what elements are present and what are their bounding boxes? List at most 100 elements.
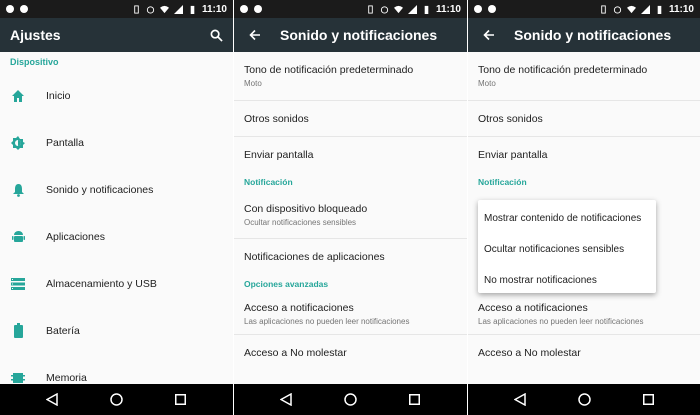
back-nav-icon[interactable]	[508, 388, 532, 412]
settings-item-pantalla[interactable]: Pantalla	[0, 119, 233, 166]
row-notification-access[interactable]: Acceso a notificaciones Las aplicaciones…	[234, 293, 467, 335]
screenshots-container: 11:10 Ajustes Dispositivo Inicio Pantall…	[0, 0, 700, 415]
settings-item-label: Inicio	[46, 89, 71, 102]
phone-screen-ajustes: 11:10 Ajustes Dispositivo Inicio Pantall…	[0, 0, 233, 415]
row-dnd-access[interactable]: Acceso a No molestar	[234, 335, 467, 371]
row-title: Otros sonidos	[478, 112, 543, 125]
phone-screen-sonido-popup: 11:10 Sonido y notificaciones Tono de no…	[468, 0, 700, 415]
battery-status-icon	[424, 5, 429, 14]
home-nav-icon[interactable]	[572, 388, 596, 412]
popup-option-show-content[interactable]: Mostrar contenido de notificaciones	[478, 203, 656, 234]
back-arrow-icon[interactable]	[238, 18, 272, 52]
wifi-icon	[393, 5, 403, 13]
row-other-sounds[interactable]: Otros sonidos	[468, 101, 700, 137]
row-title: Acceso a notificaciones	[244, 301, 354, 314]
nav-bar	[0, 384, 233, 415]
telegram-icon	[20, 5, 28, 13]
settings-item-memoria[interactable]: Memoria	[0, 354, 233, 384]
sound-settings-list: Tono de notificación predeterminado Moto…	[468, 52, 700, 384]
settings-item-label: Memoria	[46, 371, 87, 384]
settings-list: Dispositivo Inicio Pantalla Sonido y not…	[0, 52, 233, 384]
status-bar: 11:10	[234, 0, 467, 18]
row-dnd-access[interactable]: Acceso a No molestar	[468, 335, 700, 371]
home-nav-icon[interactable]	[104, 388, 128, 412]
back-arrow-icon[interactable]	[472, 18, 506, 52]
settings-item-inicio[interactable]: Inicio	[0, 72, 233, 119]
notification-icon	[6, 5, 14, 13]
row-title: Tono de notificación predeterminado	[478, 64, 648, 76]
alarm-icon	[380, 5, 389, 14]
status-time: 11:10	[668, 3, 694, 15]
search-icon[interactable]	[199, 18, 233, 52]
row-default-tone[interactable]: Tono de notificación predeterminado Moto	[468, 52, 700, 101]
alarm-icon	[146, 5, 155, 14]
settings-item-aplicaciones[interactable]: Aplicaciones	[0, 213, 233, 260]
page-title: Sonido y notificaciones	[280, 27, 438, 43]
section-header: Dispositivo	[0, 52, 233, 72]
lock-screen-options-popup: Mostrar contenido de notificaciones Ocul…	[478, 200, 656, 293]
notification-icon	[240, 5, 248, 13]
row-title: Acceso a No molestar	[478, 347, 581, 359]
row-title: Con dispositivo bloqueado	[244, 202, 368, 215]
brightness-icon	[0, 119, 36, 166]
alarm-icon	[613, 5, 622, 14]
row-notification-access[interactable]: Acceso a notificaciones Las aplicaciones…	[468, 293, 700, 335]
battery-status-icon	[190, 5, 195, 14]
row-subtitle: Moto	[478, 79, 496, 88]
status-bar: 11:10	[0, 0, 233, 18]
settings-item-label: Aplicaciones	[46, 230, 105, 243]
settings-item-label: Batería	[46, 324, 80, 337]
nav-bar	[468, 384, 700, 415]
row-subtitle: Ocultar notificaciones sensibles	[244, 217, 357, 227]
notification-icon	[474, 5, 482, 13]
row-subtitle: Las aplicaciones no pueden leer notifica…	[478, 316, 644, 326]
popup-option-no-notifications[interactable]: No mostrar notificaciones	[478, 265, 656, 296]
row-cast-screen[interactable]: Enviar pantalla	[234, 137, 467, 173]
recents-nav-icon[interactable]	[169, 388, 193, 412]
battery-status-icon	[657, 5, 662, 14]
vibrate-icon	[601, 4, 606, 14]
popup-option-hide-sensitive[interactable]: Ocultar notificaciones sensibles	[478, 234, 656, 265]
app-bar: Ajustes	[0, 18, 233, 52]
back-nav-icon[interactable]	[274, 388, 298, 412]
memory-icon	[0, 354, 36, 384]
signal-icon	[640, 4, 650, 14]
sound-settings-list: Tono de notificación predeterminado Moto…	[234, 52, 467, 384]
back-nav-icon[interactable]	[40, 388, 64, 412]
settings-item-label: Almacenamiento y USB	[46, 277, 157, 290]
phone-screen-sonido: 11:10 Sonido y notificaciones Tono de no…	[234, 0, 467, 415]
settings-item-almacenamiento[interactable]: Almacenamiento y USB	[0, 260, 233, 307]
vibrate-icon	[368, 4, 373, 14]
signal-icon	[407, 4, 417, 14]
android-icon	[0, 213, 36, 260]
status-bar: 11:10	[468, 0, 700, 18]
row-title: Enviar pantalla	[478, 149, 548, 161]
settings-item-bateria[interactable]: Batería	[0, 307, 233, 354]
row-app-notifications[interactable]: Notificaciones de aplicaciones	[234, 239, 467, 275]
row-locked-device[interactable]: Con dispositivo bloqueado Ocultar notifi…	[234, 191, 467, 239]
recents-nav-icon[interactable]	[636, 388, 660, 412]
row-title: Otros sonidos	[244, 112, 309, 125]
wifi-icon	[159, 5, 169, 13]
settings-item-sonido[interactable]: Sonido y notificaciones	[0, 166, 233, 213]
telegram-icon	[254, 5, 262, 13]
battery-icon	[0, 307, 36, 354]
category-advanced: Opciones avanzadas	[244, 279, 329, 289]
wifi-icon	[626, 5, 636, 13]
row-other-sounds[interactable]: Otros sonidos	[234, 101, 467, 137]
page-title: Ajustes	[10, 27, 61, 43]
vibrate-icon	[134, 4, 139, 14]
nav-bar	[234, 384, 467, 415]
bell-icon	[0, 166, 36, 213]
category-notification: Notificación	[478, 177, 527, 187]
recents-nav-icon[interactable]	[403, 388, 427, 412]
signal-icon	[173, 4, 183, 14]
settings-item-label: Pantalla	[46, 136, 84, 149]
row-title: Notificaciones de aplicaciones	[244, 251, 385, 263]
row-subtitle: Las aplicaciones no pueden leer notifica…	[244, 316, 410, 326]
settings-item-label: Sonido y notificaciones	[46, 183, 154, 196]
row-cast-screen[interactable]: Enviar pantalla	[468, 137, 700, 173]
row-default-tone[interactable]: Tono de notificación predeterminado Moto	[234, 52, 467, 101]
home-nav-icon[interactable]	[338, 388, 362, 412]
home-icon	[0, 72, 36, 119]
